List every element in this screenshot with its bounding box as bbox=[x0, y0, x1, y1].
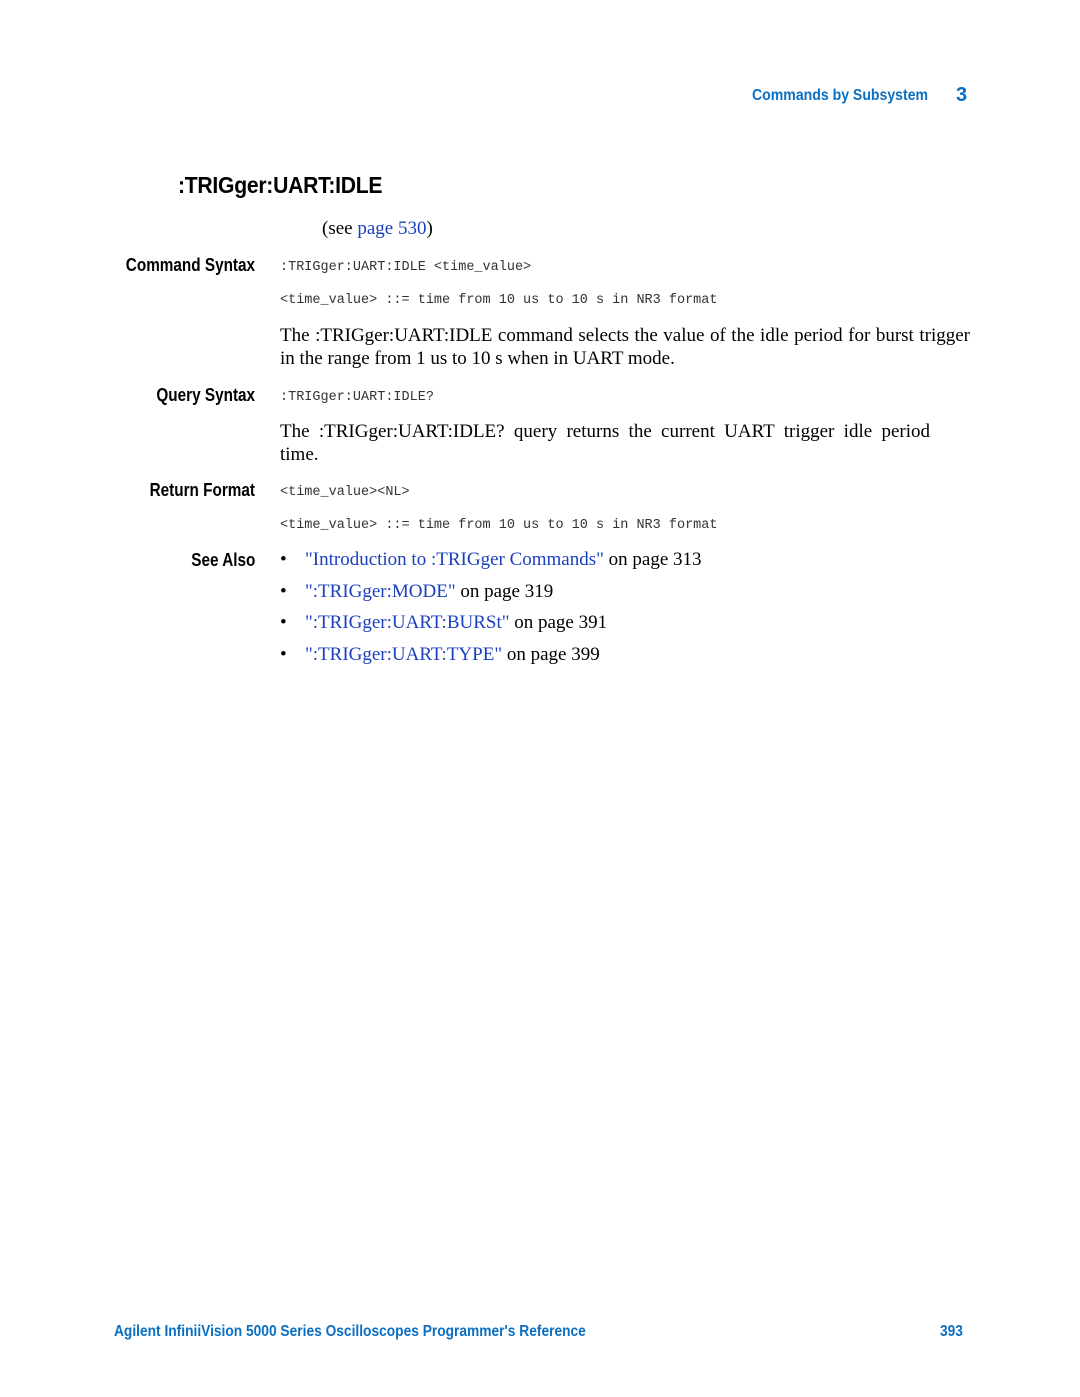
see-also-item: • ":TRIGger:UART:BURSt" on page 391 bbox=[280, 612, 702, 644]
command-syntax-param: <time_value> ::= time from 10 us to 10 s… bbox=[280, 293, 718, 308]
command-syntax-label: Command Syntax bbox=[125, 255, 255, 275]
return-format-label: Return Format bbox=[149, 480, 255, 500]
see-also-link[interactable]: "Introduction to :TRIGger Commands" bbox=[305, 549, 604, 570]
see-also-label: See Also bbox=[190, 550, 255, 570]
bullet: • bbox=[280, 612, 287, 634]
return-format-param: <time_value> ::= time from 10 us to 10 s… bbox=[280, 518, 718, 533]
section-title: Commands by Subsystem bbox=[751, 87, 928, 104]
command-description: The :TRIGger:UART:IDLE command selects t… bbox=[280, 325, 970, 369]
see-also-page: on page 313 bbox=[603, 549, 702, 570]
page-title: :TRIGger:UART:IDLE bbox=[178, 172, 383, 198]
page-footer: Agilent InfiniiVision 5000 Series Oscill… bbox=[0, 1322, 1080, 1344]
see-also-link[interactable]: ":TRIGger:UART:TYPE" bbox=[305, 644, 502, 665]
see-also-list: • "Introduction to :TRIGger Commands" on … bbox=[280, 549, 702, 676]
document-title: Agilent InfiniiVision 5000 Series Oscill… bbox=[114, 1323, 586, 1340]
command-syntax-code: :TRIGger:UART:IDLE <time_value> bbox=[280, 260, 532, 275]
query-description: The :TRIGger:UART:IDLE? query returns th… bbox=[280, 421, 930, 465]
bullet: • bbox=[280, 549, 287, 570]
see-also-link[interactable]: ":TRIGger:UART:BURSt" bbox=[305, 612, 509, 633]
see-also-page: on page 399 bbox=[502, 644, 600, 666]
see-also-link[interactable]: ":TRIGger:MODE" bbox=[305, 581, 456, 602]
see-page-suffix: ) bbox=[426, 218, 433, 239]
query-syntax-label: Query Syntax bbox=[156, 385, 255, 405]
see-also-item: • ":TRIGger:UART:TYPE" on page 399 bbox=[280, 644, 702, 676]
see-also-page: on page 319 bbox=[455, 580, 554, 602]
see-also-item: • ":TRIGger:MODE" on page 319 bbox=[280, 581, 702, 613]
bullet: • bbox=[280, 580, 287, 602]
see-page-reference: (see page 530) bbox=[322, 218, 433, 240]
see-also-item: • "Introduction to :TRIGger Commands" on … bbox=[280, 549, 702, 581]
query-syntax-code: :TRIGger:UART:IDLE? bbox=[280, 390, 434, 405]
return-format-code: <time_value><NL> bbox=[280, 485, 410, 500]
bullet: • bbox=[280, 644, 287, 666]
page-header: Commands by Subsystem 3 bbox=[0, 84, 1080, 108]
see-page-link[interactable]: page 530 bbox=[357, 218, 426, 239]
chapter-number: 3 bbox=[956, 84, 968, 106]
see-page-prefix: (see bbox=[322, 218, 358, 239]
see-also-page: on page 391 bbox=[509, 612, 608, 634]
page-number: 393 bbox=[940, 1323, 963, 1340]
